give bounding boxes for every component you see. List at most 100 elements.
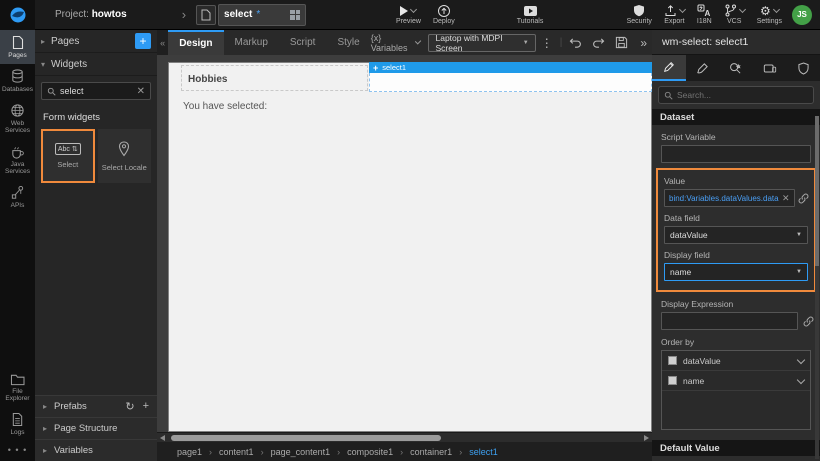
breadcrumb-select1[interactable]: select1 bbox=[469, 447, 498, 457]
rail-item-databases[interactable]: Databases bbox=[0, 64, 35, 98]
pages-icon bbox=[11, 35, 25, 50]
tab-script[interactable]: Script bbox=[279, 30, 327, 55]
preview-button[interactable]: Preview bbox=[390, 5, 427, 25]
vcs-button[interactable]: VCS bbox=[718, 5, 751, 25]
page-icon-button[interactable] bbox=[196, 5, 216, 25]
tab-styles[interactable] bbox=[686, 55, 720, 81]
magnifier-star-icon bbox=[729, 62, 742, 75]
device-selector[interactable]: Laptop with MDPI Screen ▼ bbox=[428, 34, 535, 52]
variables-dropdown[interactable]: {x} Variables bbox=[371, 33, 421, 53]
panel-scrollbar[interactable] bbox=[815, 116, 819, 459]
add-prefab-icon[interactable]: + bbox=[143, 400, 149, 413]
widget-search: ✕ bbox=[41, 82, 151, 100]
tutorials-button[interactable]: Tutorials bbox=[511, 5, 550, 25]
data-field-select[interactable]: dataValue ▼ bbox=[664, 226, 808, 244]
tab-properties[interactable] bbox=[652, 55, 686, 81]
design-canvas[interactable]: Hobbies + select1 You have selected: bbox=[168, 62, 652, 432]
horizontal-scrollbar[interactable] bbox=[157, 432, 652, 442]
widget-selection-header[interactable]: + select1 bbox=[369, 62, 652, 73]
add-page-button[interactable]: + bbox=[135, 33, 151, 49]
clear-search-icon[interactable]: ✕ bbox=[137, 86, 145, 97]
rail-item-apis[interactable]: APIs bbox=[0, 180, 35, 214]
export-button[interactable]: Export bbox=[658, 5, 691, 25]
top-bar: Project: howtos › select * Preview Deplo… bbox=[0, 0, 820, 30]
user-avatar[interactable]: JS bbox=[792, 5, 812, 25]
security-button[interactable]: Security bbox=[621, 5, 658, 25]
page-structure-section-header[interactable]: ▸ Page Structure bbox=[35, 417, 157, 439]
breadcrumb-content1[interactable]: content1 bbox=[219, 447, 254, 457]
form-label-cell[interactable]: Hobbies bbox=[181, 65, 368, 91]
checkbox[interactable] bbox=[668, 356, 677, 365]
collapse-left-panel-button[interactable]: « bbox=[157, 30, 168, 55]
settings-button[interactable]: ⚙ Settings bbox=[751, 5, 788, 25]
tutorials-label: Tutorials bbox=[517, 18, 544, 25]
i18n-button[interactable]: A I18N bbox=[691, 5, 718, 25]
open-page-tab[interactable]: select * bbox=[218, 4, 306, 26]
project-label: Project: howtos bbox=[55, 9, 127, 20]
rail-item-file-explorer[interactable]: File Explorer bbox=[0, 368, 35, 407]
widget-tiles: Abc ⇅ Select Select Locale bbox=[35, 127, 157, 185]
scroll-left-arrow[interactable] bbox=[160, 435, 165, 441]
rail-more-button[interactable]: • • • bbox=[0, 441, 35, 461]
breadcrumb-composite1[interactable]: composite1 bbox=[347, 447, 393, 457]
display-field-select[interactable]: name ▼ bbox=[664, 263, 808, 281]
undo-button[interactable] bbox=[564, 37, 587, 48]
expand-right-panel-button[interactable]: » bbox=[635, 36, 652, 50]
rail-item-logs[interactable]: Logs bbox=[0, 407, 35, 441]
value-input[interactable] bbox=[669, 194, 779, 203]
display-expression-label: Display Expression bbox=[661, 299, 811, 309]
widget-tile-select-locale[interactable]: Select Locale bbox=[98, 129, 151, 183]
refresh-prefabs-icon[interactable]: ↻ bbox=[125, 400, 134, 413]
scroll-right-arrow[interactable] bbox=[644, 435, 649, 441]
move-icon[interactable]: + bbox=[373, 63, 378, 73]
display-expression-input[interactable] bbox=[666, 317, 793, 326]
gear-icon: ⚙ bbox=[760, 4, 771, 18]
rail-item-pages[interactable]: Pages bbox=[0, 30, 35, 64]
pencil-icon bbox=[663, 61, 675, 73]
tab-design[interactable]: Design bbox=[168, 30, 223, 55]
widgets-section-header[interactable]: ▾ Widgets bbox=[35, 53, 157, 76]
tab-style[interactable]: Style bbox=[326, 30, 370, 55]
deploy-label: Deploy bbox=[433, 18, 455, 25]
value-label: Value bbox=[664, 176, 808, 186]
search-icon bbox=[47, 87, 56, 96]
script-variable-input[interactable] bbox=[666, 150, 806, 159]
clear-value-icon[interactable]: ✕ bbox=[782, 193, 790, 204]
panel-scrollbar-thumb[interactable] bbox=[815, 116, 819, 266]
order-by-row[interactable]: dataValue bbox=[662, 351, 810, 371]
search-icon bbox=[664, 91, 673, 100]
checkbox[interactable] bbox=[668, 376, 677, 385]
rail-item-java-services[interactable]: Java Services bbox=[0, 140, 35, 180]
more-options-icon[interactable]: ⋮ bbox=[536, 36, 558, 50]
breadcrumb-container1[interactable]: container1 bbox=[410, 447, 452, 457]
breadcrumb-page-content1[interactable]: page_content1 bbox=[271, 447, 331, 457]
save-button[interactable] bbox=[610, 36, 633, 49]
tab-events[interactable] bbox=[719, 55, 753, 81]
redo-button[interactable] bbox=[587, 37, 610, 48]
widget-tile-select[interactable]: Abc ⇅ Select bbox=[41, 129, 95, 183]
prefabs-section-header[interactable]: ▸ Prefabs ↻ + bbox=[35, 395, 157, 417]
chevron-down-icon[interactable] bbox=[797, 355, 805, 363]
property-search-input[interactable] bbox=[677, 90, 808, 100]
api-icon bbox=[10, 185, 25, 200]
bind-link-icon[interactable] bbox=[801, 316, 815, 327]
tab-security[interactable] bbox=[786, 55, 820, 81]
select-widget-icon: Abc ⇅ bbox=[55, 143, 81, 155]
widget-search-input[interactable] bbox=[60, 86, 133, 96]
bind-link-icon[interactable] bbox=[798, 193, 809, 204]
wavemaker-logo[interactable] bbox=[0, 0, 35, 30]
breadcrumb-page1[interactable]: page1 bbox=[177, 447, 202, 457]
selected-select-widget[interactable]: + select1 bbox=[369, 62, 652, 92]
scrollbar-thumb[interactable] bbox=[171, 435, 441, 441]
pages-section-header[interactable]: ▸ Pages + bbox=[35, 30, 157, 53]
variables-section-header[interactable]: ▸ Variables bbox=[35, 439, 157, 461]
chevron-down-icon[interactable] bbox=[797, 375, 805, 383]
rail-item-web-services[interactable]: Web Services bbox=[0, 98, 35, 139]
device-icon bbox=[763, 63, 777, 74]
select-widget-body[interactable] bbox=[369, 73, 652, 92]
order-by-row[interactable]: name bbox=[662, 371, 810, 391]
deploy-button[interactable]: Deploy bbox=[427, 5, 461, 25]
tab-device[interactable] bbox=[753, 55, 787, 81]
tab-markup[interactable]: Markup bbox=[224, 30, 279, 55]
center-area: « Design Markup Script Style {x} Variabl… bbox=[157, 30, 652, 461]
